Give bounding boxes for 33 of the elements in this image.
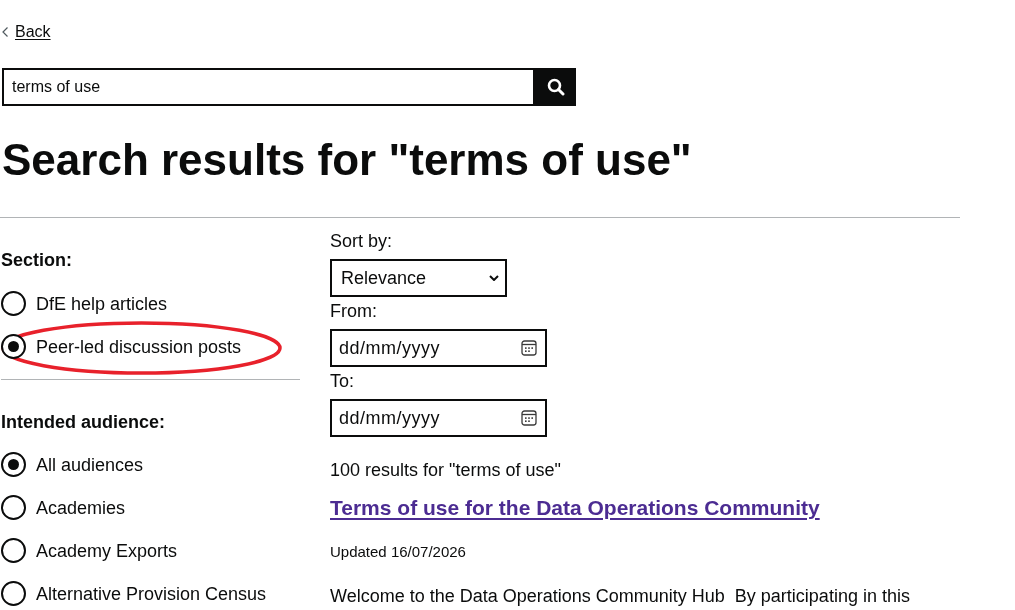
back-chevron-icon (2, 27, 8, 37)
search-field[interactable]: terms of use (2, 68, 535, 106)
search-button[interactable] (535, 68, 576, 106)
radio-button[interactable] (1, 334, 26, 359)
radio-label: Alternative Provision Census (36, 582, 267, 606)
date-field[interactable]: dd/mm/yyyy (330, 399, 547, 437)
radio-label: Academy Exports (36, 539, 178, 563)
radio-label: All audiences (36, 453, 144, 477)
radio-label: Peer-led discussion posts (36, 335, 242, 359)
back-link[interactable]: Back (15, 21, 51, 43)
page-heading: Search results for "terms of use" (2, 134, 692, 186)
result-updated-date: Updated 16/07/2026 (330, 542, 466, 562)
result-snippet: Welcome to the Data Operations Community Hub By participating in this (330, 585, 910, 608)
filter-heading: Intended audience: (1, 411, 166, 434)
calendar-icon[interactable] (521, 340, 537, 356)
date-label: To: (330, 370, 354, 393)
radio-button[interactable] (1, 495, 26, 520)
chevron-down-icon (489, 275, 499, 281)
radio-label: Academies (36, 496, 126, 520)
search-icon (546, 78, 565, 96)
filter-heading: Section: (1, 249, 72, 272)
date-label: From: (330, 300, 377, 323)
date-field[interactable]: dd/mm/yyyy (330, 329, 547, 367)
sort-label: Sort by: (330, 230, 393, 253)
radio-label: DfE help articles (36, 292, 168, 316)
radio-button[interactable] (1, 538, 26, 563)
radio-button[interactable] (1, 452, 26, 477)
sort-select[interactable]: Relevance (330, 259, 507, 297)
calendar-icon[interactable] (521, 410, 537, 426)
radio-button[interactable] (1, 291, 26, 316)
results-count: 100 results for "terms of use" (330, 459, 561, 482)
result-title-link[interactable]: Terms of use for the Data Operations Community (330, 494, 820, 522)
radio-button[interactable] (1, 581, 26, 606)
